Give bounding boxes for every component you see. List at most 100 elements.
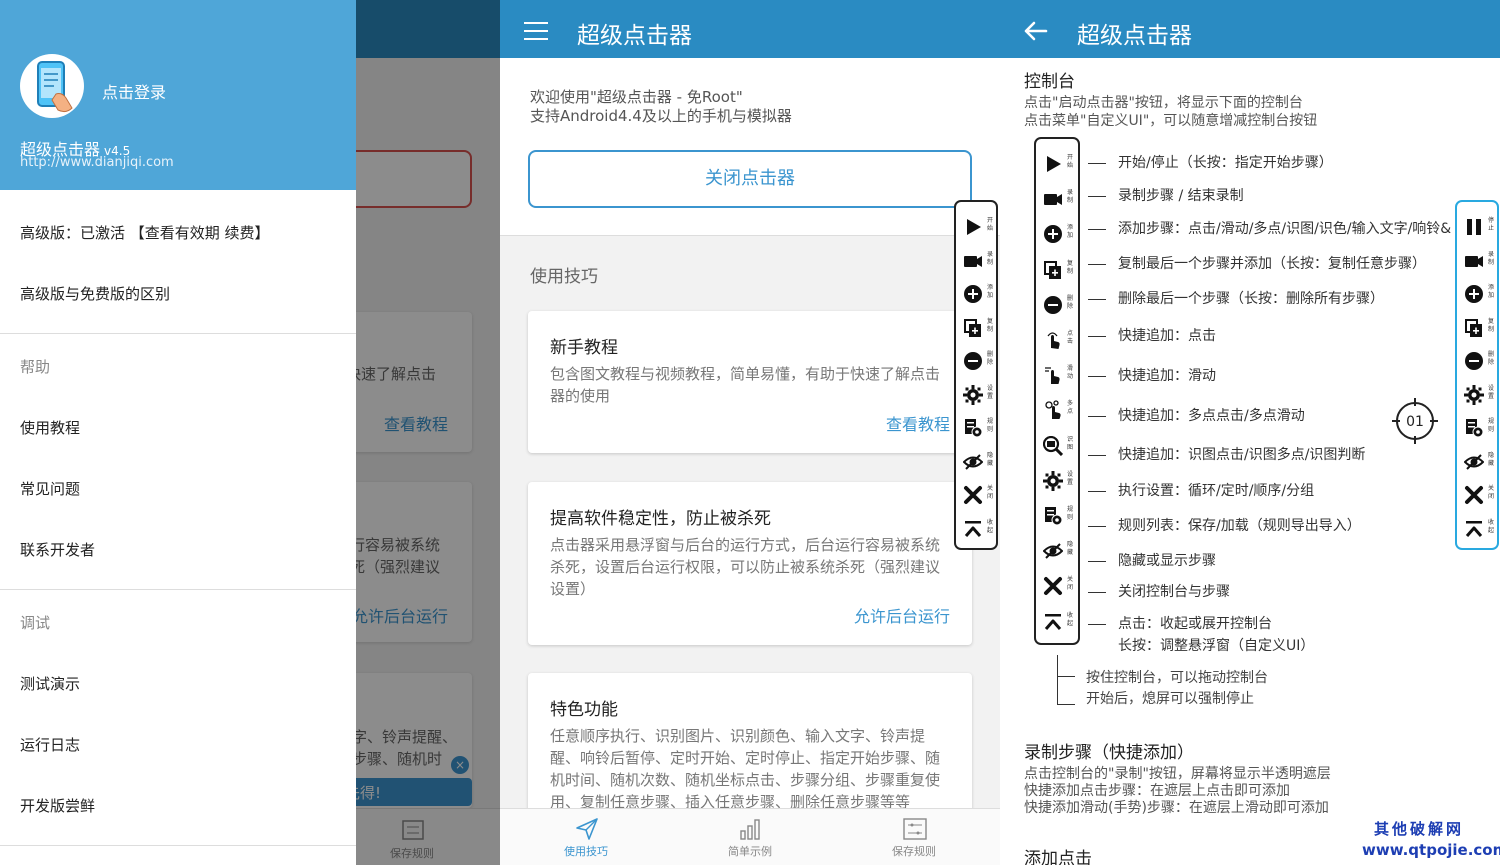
drawer-item-faq[interactable]: 常见问题 [20, 478, 80, 499]
console-desc: 点击菜单"自定义UI"，可以随意增减控制台按钮 [1024, 113, 1318, 129]
toolbar-close-button-right[interactable]: 关闭 [1459, 478, 1499, 512]
remove-icon [964, 352, 982, 370]
hamburger-menu-icon[interactable] [524, 22, 548, 40]
card-title: 提高软件稳定性，防止被杀死 [550, 509, 771, 529]
toolbar-button-label: 复制 [1067, 259, 1074, 275]
welcome-panel: 欢迎使用"超级点击器 - 免Root" 支持Android4.4及以上的手机与模… [500, 58, 1000, 236]
toolbar-copy-button-diagram[interactable]: 复制 [1038, 253, 1078, 288]
drawer-item-contact[interactable]: 联系开发者 [20, 539, 95, 560]
legend-item: 关闭控制台与步骤 [1088, 581, 1230, 601]
legend-item: 添加步骤：点击/滑动/多点/识图/识色/输入文字/响铃& [1088, 218, 1451, 238]
toolbar-gear-button[interactable]: 设置 [958, 378, 998, 412]
toolbar-button-label: 开始 [1067, 154, 1074, 169]
legend-item: 删除最后一个步骤（长按：删除所有步骤） [1088, 288, 1384, 308]
floating-control-bar-expanded[interactable]: 停止录制添加复制删除设置规则隐藏关闭收起 [1455, 200, 1499, 550]
drawer-item-log[interactable]: 运行日志 [20, 734, 80, 755]
bracket-line [1057, 676, 1075, 677]
floating-control-bar[interactable]: 开始录制添加复制删除设置规则隐藏关闭收起 [954, 200, 998, 550]
toolbar-play-button[interactable]: 开始 [958, 210, 998, 244]
toolbar-collapse-button[interactable]: 收起 [958, 512, 998, 546]
premium-status-item[interactable]: 高级版：已激活 【查看有效期 续费】 [20, 222, 270, 243]
bar-chart-icon [740, 819, 760, 840]
drawer-item-beta[interactable]: 开发版尝鲜 [20, 795, 95, 816]
toolbar-button-label: 收起 [987, 518, 994, 534]
toolbar-hide-button[interactable]: 隐藏 [958, 445, 998, 479]
pause-icon [1467, 219, 1481, 235]
record-icon [1044, 194, 1062, 206]
app-bar: 超级点击器 [1000, 0, 1500, 58]
toolbar-record-button-diagram[interactable]: 录制 [1038, 182, 1078, 217]
toolbar-button-label: 添加 [1067, 224, 1074, 240]
toolbar-button-label: 规则 [987, 418, 994, 433]
toolbar-remove-button[interactable]: 删除 [958, 344, 998, 378]
toolbar-copy-button[interactable]: 复制 [958, 311, 998, 345]
toolbar-remove-button-right[interactable]: 删除 [1459, 344, 1499, 378]
click-target-icon[interactable]: 01 [1392, 398, 1438, 444]
tab-save-rules[interactable]: 保存规则 [834, 809, 994, 865]
toolbar-button-label: 识图 [1067, 435, 1074, 451]
view-tutorial-link[interactable]: 查看教程 [886, 411, 950, 435]
toolbar-swipe-button-diagram[interactable]: 滑动 [1038, 358, 1078, 393]
record-icon [964, 255, 982, 267]
allow-background-link[interactable]: 允许后台运行 [854, 603, 950, 627]
console-heading: 控制台 [1024, 72, 1075, 92]
toolbar-record-button[interactable]: 录制 [958, 244, 998, 278]
toolbar-gear-button-diagram[interactable]: 设置 [1038, 464, 1078, 499]
toolbar-pause-button-right[interactable]: 停止 [1459, 210, 1499, 244]
back-arrow-icon[interactable] [1022, 20, 1048, 42]
toolbar-gear-button-right[interactable]: 设置 [1459, 378, 1499, 412]
tab-examples[interactable]: 简单示例 [670, 809, 830, 865]
card-stability[interactable]: 提高软件稳定性，防止被杀死 点击器采用悬浮窗与后台的运行方式，后台运行容易被系统… [528, 482, 972, 645]
compare-versions-item[interactable]: 高级版与免费版的区别 [20, 283, 170, 304]
toolbar-button-label: 规则 [1067, 506, 1074, 521]
toolbar-close-button-diagram[interactable]: 关闭 [1038, 569, 1078, 604]
remove-icon [1044, 295, 1062, 314]
toolbar-remove-button-diagram[interactable]: 删除 [1038, 288, 1078, 323]
toolbar-play-button-diagram[interactable]: 开始 [1038, 147, 1078, 182]
card-body: 任意顺序执行、识别图片、识别颜色、输入文字、铃声提醒、响铃后暂停、定时开始、定时… [550, 727, 941, 811]
record-icon [1465, 255, 1483, 267]
copy-icon [964, 318, 981, 337]
legend-item: 快捷追加：滑动 [1088, 365, 1216, 385]
toolbar-add-button-right[interactable]: 添加 [1459, 277, 1499, 311]
watermark-title: 其他破解网 [1374, 820, 1465, 838]
bottom-navigation: 使用技巧 简单示例 保存规则 [500, 808, 1000, 865]
toolbar-rules-button-diagram[interactable]: 规则 [1038, 499, 1078, 534]
toolbar-record-button-right[interactable]: 录制 [1459, 244, 1499, 278]
login-link[interactable]: 点击登录 [102, 79, 166, 103]
toolbar-button-label: 多点 [1067, 400, 1074, 416]
toolbar-rules-button[interactable]: 规则 [958, 411, 998, 445]
toolbar-close-button[interactable]: 关闭 [958, 478, 998, 512]
toolbar-button-label: 关闭 [1488, 485, 1495, 500]
drawer-item-tutorial[interactable]: 使用教程 [20, 417, 80, 438]
toolbar-hide-button-right[interactable]: 隐藏 [1459, 445, 1499, 479]
toolbar-collapse-button-diagram[interactable]: 收起 [1038, 605, 1078, 640]
drawer-item-demo[interactable]: 测试演示 [20, 673, 80, 694]
toolbar-button-label: 添加 [987, 284, 994, 299]
rules-icon [1045, 507, 1063, 526]
toolbar-tap-button-diagram[interactable]: 点击 [1038, 323, 1078, 358]
toolbar-hide-button-diagram[interactable]: 隐藏 [1038, 534, 1078, 569]
toolbar-add-button-diagram[interactable]: 添加 [1038, 217, 1078, 252]
save-rules-icon [903, 818, 927, 840]
card-tutorial[interactable]: 新手教程 包含图文教程与视频教程，简单易懂，有助于快速了解点击器的使用 查看教程 [528, 311, 972, 453]
close-clicker-button[interactable]: 关闭点击器 [528, 150, 972, 208]
toolbar-copy-button-right[interactable]: 复制 [1459, 311, 1499, 345]
close-icon [964, 486, 982, 504]
card-features[interactable]: 特色功能 任意顺序执行、识别图片、识别颜色、输入文字、铃声提醒、响铃后暂停、定时… [528, 673, 972, 823]
divider [0, 333, 356, 334]
close-icon [1465, 486, 1483, 504]
toolbar-collapse-button-right[interactable]: 收起 [1459, 512, 1499, 546]
legend-item: 点击：收起或展开控制台 [1088, 613, 1272, 633]
toolbar-add-button[interactable]: 添加 [958, 277, 998, 311]
add-click-heading: 添加点击 [1024, 849, 1092, 865]
toolbar-image-button-diagram[interactable]: 识图 [1038, 429, 1078, 464]
app-title: 超级点击器 [577, 23, 692, 49]
bracket-line [1057, 655, 1075, 705]
app-avatar-icon[interactable] [20, 54, 84, 118]
tab-tips[interactable]: 使用技巧 [506, 809, 666, 865]
toolbar-button-label: 添加 [1488, 284, 1495, 299]
rules-icon [965, 419, 983, 438]
toolbar-rules-button-right[interactable]: 规则 [1459, 411, 1499, 445]
toolbar-multi-button-diagram[interactable]: 多点 [1038, 393, 1078, 428]
